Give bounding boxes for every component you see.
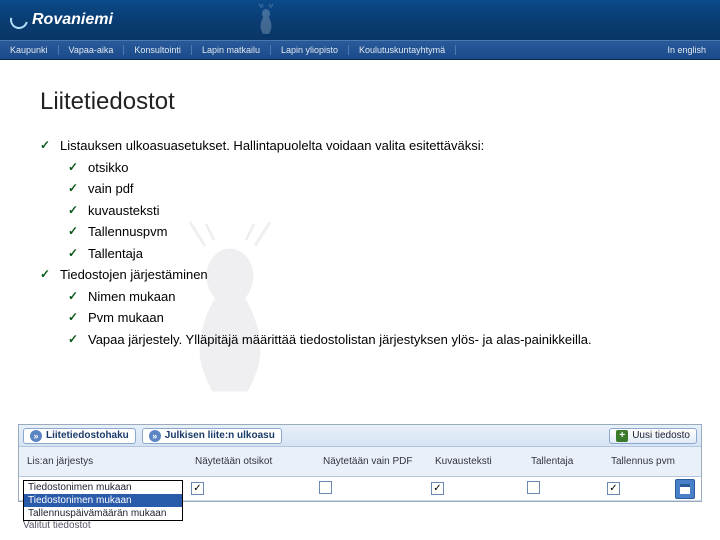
check-icon: ✓	[68, 244, 88, 264]
nav-item-vapaa-aika[interactable]: Vapaa-aika	[59, 45, 125, 55]
content: Liitetiedostot ✓ Listauksen ulkoasuasetu…	[0, 60, 720, 349]
list-text: vain pdf	[88, 179, 680, 199]
cell	[519, 481, 599, 497]
list-item: ✓kuvausteksti	[68, 201, 680, 221]
nav-item-lapin-matkailu[interactable]: Lapin matkailu	[192, 45, 271, 55]
dropdown-option[interactable]: Tiedostonimen mukaan	[24, 481, 182, 494]
list-text: Tallentaja	[88, 244, 680, 264]
logo-text: Rovaniemi	[32, 11, 113, 29]
page-title: Liitetiedostot	[40, 88, 680, 116]
list-text: Vapaa järjestely. Ylläpitäjä määrittää t…	[88, 330, 680, 350]
col-header: Lis:an järjestys	[19, 456, 187, 467]
new-file-label: Uusi tiedosto	[632, 430, 690, 441]
check-icon: ✓	[68, 179, 88, 199]
list-text: Tallennuspvm	[88, 222, 680, 242]
logo-swoop-icon	[7, 8, 32, 33]
nav-bar: Kaupunki Vapaa-aika Konsultointi Lapin m…	[0, 40, 720, 60]
chevron-icon: »	[30, 430, 42, 442]
cell: ✓	[423, 482, 519, 495]
sort-dropdown[interactable]: Tiedostonimen mukaan Tiedostonimen mukaa…	[23, 480, 183, 521]
nav-item-kaupunki[interactable]: Kaupunki	[0, 45, 59, 55]
col-header: Näytetään vain PDF	[315, 456, 427, 467]
reindeer-icon	[252, 2, 280, 38]
admin-panel: » Liitetiedostohaku » Julkisen liite:n u…	[18, 424, 702, 502]
list-text: Listauksen ulkoasuasetukset. Hallintapuo…	[60, 136, 680, 156]
toggle-label: Liitetiedostohaku	[46, 430, 129, 441]
list-item: ✓ Listauksen ulkoasuasetukset. Hallintap…	[40, 136, 680, 156]
nav-english[interactable]: In english	[653, 45, 720, 55]
save-button[interactable]	[675, 479, 695, 499]
dropdown-option[interactable]: Tallennuspäivämäärän mukaan	[24, 507, 182, 520]
checkbox-kuvausteksti[interactable]: ✓	[431, 482, 444, 495]
nav-item-konsultointi[interactable]: Konsultointi	[124, 45, 192, 55]
col-header: Tallennus pvm	[603, 456, 701, 467]
list-item: ✓otsikko	[68, 158, 680, 178]
check-icon: ✓	[68, 222, 88, 242]
header: Rovaniemi	[0, 0, 720, 40]
list-item: ✓Tallentaja	[68, 244, 680, 264]
toggle-label: Julkisen liite:n ulkoasu	[165, 430, 275, 441]
bullet-list: ✓ Listauksen ulkoasuasetukset. Hallintap…	[40, 136, 680, 349]
logo: Rovaniemi	[10, 11, 113, 29]
col-header: Näytetään otsikot	[187, 456, 315, 467]
checkbox-tallennuspvm[interactable]: ✓	[607, 482, 620, 495]
list-text: Tiedostojen järjestäminen	[60, 265, 680, 285]
list-item: ✓ Tiedostojen järjestäminen	[40, 265, 680, 285]
admin-columns: Lis:an järjestys Näytetään otsikot Näyte…	[19, 447, 701, 477]
col-header: Kuvausteksti	[427, 456, 523, 467]
list-item: ✓Vapaa järjestely. Ylläpitäjä määrittää …	[68, 330, 680, 350]
check-icon: ✓	[68, 330, 88, 350]
cell: ✓	[599, 482, 675, 495]
check-icon: ✓	[68, 158, 88, 178]
list-item: ✓vain pdf	[68, 179, 680, 199]
chevron-icon: »	[149, 430, 161, 442]
check-icon: ✓	[40, 265, 60, 285]
list-item: ✓Pvm mukaan	[68, 308, 680, 328]
list-text: Pvm mukaan	[88, 308, 680, 328]
check-icon: ✓	[68, 287, 88, 307]
checkbox-tallentaja[interactable]	[527, 481, 540, 494]
valitut-label: Valitut tiedostot	[23, 520, 91, 531]
checkbox-pdf[interactable]	[319, 481, 332, 494]
check-icon: ✓	[40, 136, 60, 156]
check-icon: ✓	[68, 308, 88, 328]
check-icon: ✓	[68, 201, 88, 221]
list-text: otsikko	[88, 158, 680, 178]
plus-icon: +	[616, 430, 628, 442]
toggle-julkisen-ulkoasu[interactable]: » Julkisen liite:n ulkoasu	[142, 428, 282, 444]
admin-toolbar: » Liitetiedostohaku » Julkisen liite:n u…	[19, 425, 701, 447]
nav-item-lapin-yliopisto[interactable]: Lapin yliopisto	[271, 45, 349, 55]
dropdown-option-selected[interactable]: Tiedostonimen mukaan	[24, 494, 182, 507]
col-header: Tallentaja	[523, 456, 603, 467]
checkbox-otsikot[interactable]: ✓	[191, 482, 204, 495]
nav-item-koulutus[interactable]: Koulutuskuntayhtymä	[349, 45, 456, 55]
list-item: ✓Nimen mukaan	[68, 287, 680, 307]
new-file-button[interactable]: + Uusi tiedosto	[609, 428, 697, 444]
cell	[311, 481, 423, 497]
cell: ✓	[183, 482, 311, 495]
list-text: kuvausteksti	[88, 201, 680, 221]
toggle-liitetiedostohaku[interactable]: » Liitetiedostohaku	[23, 428, 136, 444]
list-item: ✓Tallennuspvm	[68, 222, 680, 242]
list-text: Nimen mukaan	[88, 287, 680, 307]
floppy-icon	[680, 484, 690, 494]
